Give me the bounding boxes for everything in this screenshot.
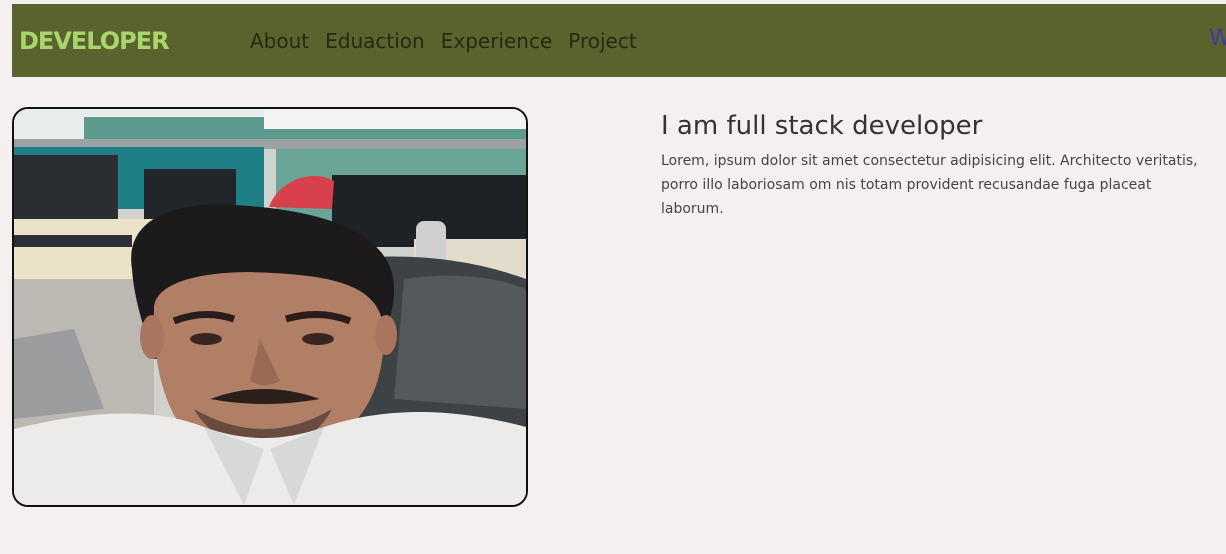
nav-link-about[interactable]: About: [250, 26, 309, 56]
nav-links: About Eduaction Experience Project: [250, 26, 637, 56]
navbar: DEVELOPER About Eduaction Experience Pro…: [12, 4, 1226, 77]
profile-photo: [12, 107, 528, 507]
nav-link-project[interactable]: Project: [568, 26, 636, 56]
nav-right-link[interactable]: W: [1209, 24, 1226, 54]
nav-link-experience[interactable]: Experience: [441, 26, 553, 56]
nav-link-education[interactable]: Eduaction: [325, 26, 425, 56]
intro-paragraph: Lorem, ipsum dolor sit amet consectetur …: [661, 153, 1198, 217]
intro-section: I am full stack developer Lorem, ipsum d…: [661, 107, 1201, 221]
page: DEVELOPER About Eduaction Experience Pro…: [0, 0, 1226, 554]
logo[interactable]: DEVELOPER: [19, 27, 170, 55]
intro-heading: I am full stack developer: [661, 111, 983, 141]
